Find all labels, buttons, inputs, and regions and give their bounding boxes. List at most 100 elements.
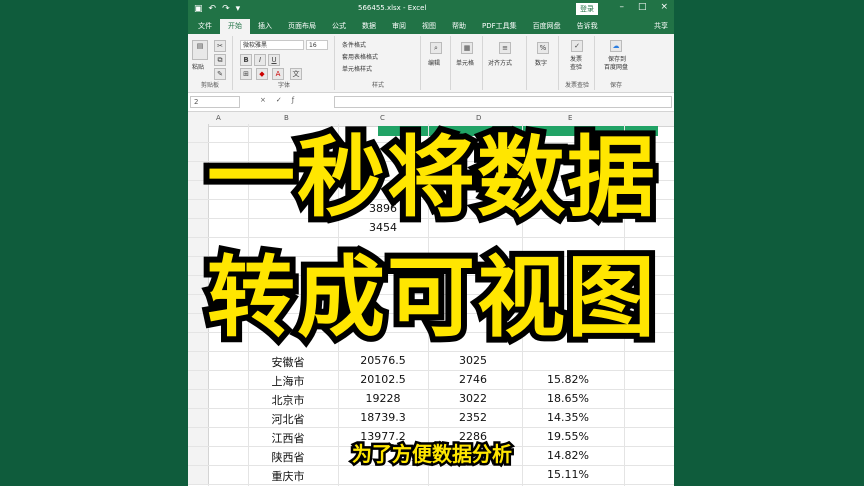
bold-icon[interactable]: B — [240, 54, 252, 66]
font-size-select[interactable]: 16 — [306, 40, 328, 50]
copy-icon[interactable]: ⧉ — [214, 54, 226, 66]
ribbon: ▤ 粘贴 ✂ ⧉ ✎ 剪贴板 微软雅黑 16 B I U ⊞ ◆ A 文 字体 … — [188, 34, 674, 93]
number-group: % 数字 — [528, 36, 559, 90]
row-header[interactable] — [188, 409, 209, 427]
cell[interactable]: 2746 — [428, 373, 518, 386]
col-header-e[interactable]: E — [568, 114, 572, 122]
font-group: 微软雅黑 16 B I U ⊞ ◆ A 文 字体 — [234, 36, 335, 90]
border-icon[interactable]: ⊞ — [240, 68, 252, 80]
save-group: ☁ 保存到 百度网盘 保存 — [596, 36, 636, 90]
cell[interactable]: 上海市 — [248, 373, 328, 389]
row-header[interactable] — [188, 371, 209, 389]
formula-input[interactable] — [334, 96, 672, 108]
fill-color-icon[interactable]: ◆ — [256, 68, 268, 80]
cell[interactable]: 20576.5 — [338, 354, 428, 367]
pinyin-icon[interactable]: 文 — [290, 68, 302, 80]
baidu-cloud-icon[interactable]: ☁ — [610, 40, 622, 52]
cell[interactable]: 18.65% — [518, 392, 618, 405]
minimize-icon[interactable]: – — [619, 2, 624, 12]
paste-icon[interactable]: ▤ — [192, 40, 208, 60]
cancel-icon[interactable]: × — [260, 96, 266, 104]
maximize-icon[interactable]: □ — [638, 2, 647, 12]
conditional-format-button[interactable]: 条件格式 — [342, 40, 366, 49]
redo-icon[interactable]: ↷ — [222, 4, 230, 14]
clipboard-group: ▤ 粘贴 ✂ ⧉ ✎ 剪贴板 — [188, 36, 233, 90]
align-icon[interactable]: ≡ — [499, 42, 511, 54]
name-box[interactable]: 2 — [190, 96, 240, 108]
function-icon[interactable]: ƒ — [292, 96, 294, 104]
tab-help[interactable]: 帮助 — [444, 19, 474, 34]
close-icon[interactable]: × — [660, 2, 668, 12]
cell[interactable]: 3025 — [428, 354, 518, 367]
overlay-title-line1: 一秒将数据 — [201, 122, 661, 234]
overlay-title-line2: 转成可视图 — [201, 242, 661, 354]
format-as-table-button[interactable]: 套用表格格式 — [342, 52, 378, 61]
cell[interactable]: 2352 — [428, 411, 518, 424]
cells-group: ▦ 单元格 — [452, 36, 483, 90]
tab-home[interactable]: 开始 — [220, 19, 250, 34]
tab-pdf[interactable]: PDF工具集 — [474, 19, 525, 34]
tab-view[interactable]: 视图 — [414, 19, 444, 34]
cell[interactable]: 北京市 — [248, 392, 328, 408]
col-header-a[interactable]: A — [216, 114, 221, 122]
row-header[interactable] — [188, 466, 209, 484]
invoice-icon[interactable]: ✓ — [571, 40, 583, 52]
underline-icon[interactable]: U — [268, 54, 280, 66]
undo-icon[interactable]: ↶ — [209, 4, 217, 14]
cell[interactable]: 14.35% — [518, 411, 618, 424]
tab-page-layout[interactable]: 页面布局 — [280, 19, 324, 34]
share-button[interactable]: 共享 — [646, 19, 674, 34]
invoice-line2[interactable]: 查验 — [570, 62, 582, 71]
col-header-c[interactable]: C — [380, 114, 385, 122]
tell-me[interactable]: 告诉我 — [569, 19, 606, 34]
number-label[interactable]: 数字 — [535, 58, 547, 67]
search-icon[interactable]: ⌕ — [430, 42, 442, 54]
cut-icon[interactable]: ✂ — [214, 40, 226, 52]
percent-icon[interactable]: % — [537, 42, 549, 54]
tab-data[interactable]: 数据 — [354, 19, 384, 34]
row-header[interactable] — [188, 352, 209, 370]
cell[interactable]: 河北省 — [248, 411, 328, 427]
styles-label: 样式 — [371, 82, 384, 89]
table-row: 重庆市 15.11% — [188, 466, 674, 485]
cells-label[interactable]: 单元格 — [456, 58, 474, 67]
cell[interactable]: 安徽省 — [248, 354, 328, 370]
col-header-d[interactable]: D — [476, 114, 481, 122]
invoice-group: ✓ 发票 查验 发票查验 — [560, 36, 595, 90]
enter-icon[interactable]: ✓ — [276, 96, 282, 104]
title-bar: ▣ ↶ ↷ ▾ 566455.xlsx - Excel 登录 – □ × — [188, 0, 674, 18]
italic-icon[interactable]: I — [254, 54, 266, 66]
file-name: 566455.xlsx - Excel — [358, 4, 427, 12]
invoice-group-label: 发票查验 — [564, 82, 589, 89]
font-color-icon[interactable]: A — [272, 68, 284, 80]
customize-icon[interactable]: ▾ — [236, 4, 241, 14]
cell[interactable]: 3022 — [428, 392, 518, 405]
cells-icon[interactable]: ▦ — [461, 42, 473, 54]
ribbon-tabs: 文件 开始 插入 页面布局 公式 数据 审阅 视图 帮助 PDF工具集 百度网盘… — [188, 18, 674, 34]
cell[interactable]: 20102.5 — [338, 373, 428, 386]
font-name-select[interactable]: 微软雅黑 — [240, 40, 304, 50]
tab-baidu[interactable]: 百度网盘 — [525, 19, 569, 34]
format-painter-icon[interactable]: ✎ — [214, 68, 226, 80]
tab-formulas[interactable]: 公式 — [324, 19, 354, 34]
edit-label[interactable]: 编辑 — [428, 58, 440, 67]
save-icon[interactable]: ▣ — [194, 4, 203, 14]
tab-file[interactable]: 文件 — [190, 19, 220, 34]
clipboard-label: 剪贴板 — [200, 82, 219, 89]
cell-styles-button[interactable]: 单元格样式 — [342, 64, 372, 73]
cell[interactable]: 19228 — [338, 392, 428, 405]
save-line2[interactable]: 百度网盘 — [604, 62, 628, 71]
cell[interactable]: 15.82% — [518, 373, 618, 386]
tab-insert[interactable]: 插入 — [250, 19, 280, 34]
cell[interactable]: 重庆市 — [248, 468, 328, 484]
login-button[interactable]: 登录 — [576, 3, 598, 15]
row-header[interactable] — [188, 390, 209, 408]
cell[interactable]: 18739.3 — [338, 411, 428, 424]
align-label[interactable]: 对齐方式 — [488, 58, 512, 67]
tab-review[interactable]: 审阅 — [384, 19, 414, 34]
cell[interactable]: 15.11% — [518, 468, 618, 481]
save-group-label: 保存 — [609, 82, 622, 89]
col-header-b[interactable]: B — [284, 114, 289, 122]
font-label: 字体 — [277, 82, 290, 89]
table-row: 北京市 19228 3022 18.65% — [188, 390, 674, 409]
